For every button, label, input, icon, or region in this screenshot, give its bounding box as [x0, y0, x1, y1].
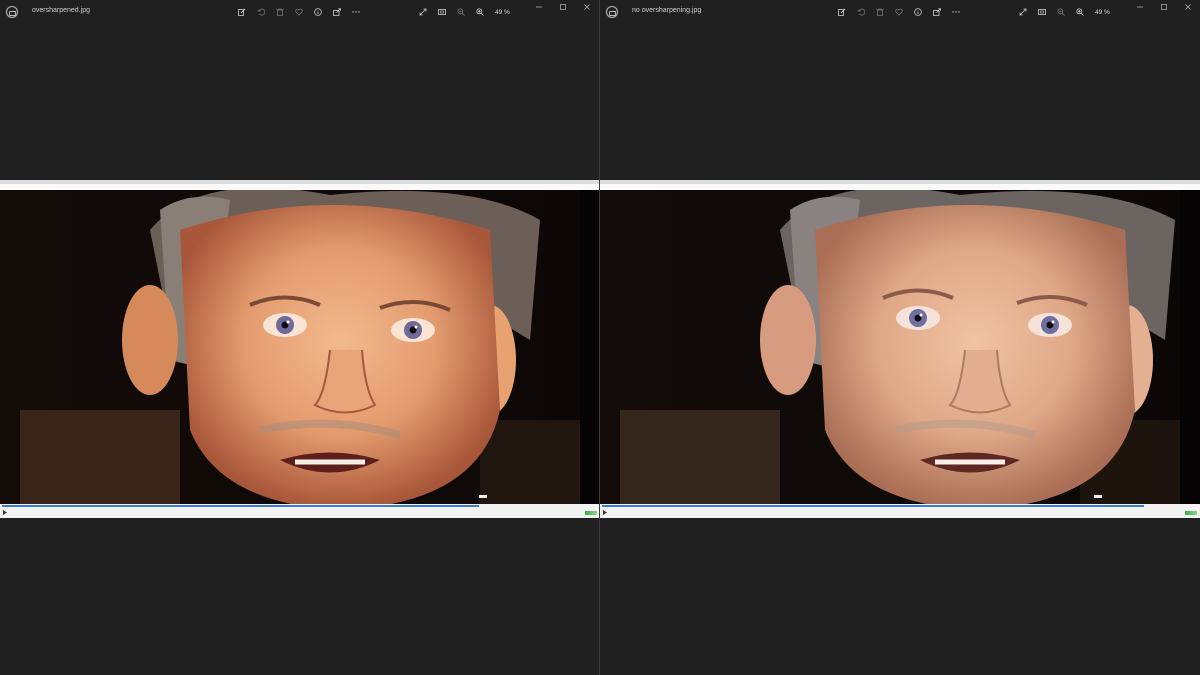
photo-viewer-window-right: no oversharpening.jpg 49 %	[600, 0, 1200, 675]
player-controls	[600, 508, 1200, 518]
minimize-icon[interactable]	[1136, 3, 1144, 11]
photo-viewer-window-left: oversharpened.jpg 49 %	[0, 0, 600, 675]
minimize-icon[interactable]	[535, 3, 543, 11]
fullscreen-icon[interactable]	[1019, 8, 1027, 16]
edit-icon[interactable]	[838, 8, 846, 16]
more-icon[interactable]	[952, 8, 960, 16]
seek-progress	[2, 505, 479, 507]
photo-toolbar	[838, 5, 960, 19]
play-icon[interactable]	[3, 510, 7, 515]
volume-slider[interactable]	[585, 511, 597, 515]
favorite-icon[interactable]	[895, 8, 903, 16]
video-frame	[600, 190, 1200, 504]
photos-app-icon	[6, 6, 18, 18]
window-controls	[1136, 3, 1192, 11]
maximize-icon[interactable]	[559, 3, 567, 11]
fullscreen-icon[interactable]	[419, 8, 427, 16]
seek-progress	[602, 505, 1145, 507]
title-bar: no oversharpening.jpg 49 %	[600, 0, 1200, 24]
share-icon[interactable]	[333, 8, 341, 16]
window-controls	[535, 3, 591, 11]
maximize-icon[interactable]	[1160, 3, 1168, 11]
displayed-image	[600, 180, 1200, 518]
displayed-image	[0, 180, 599, 518]
fit-icon[interactable]	[1038, 8, 1046, 16]
portrait-image	[0, 190, 599, 504]
rotate-icon[interactable]	[257, 8, 265, 16]
photos-app-icon	[606, 6, 618, 18]
player-controls	[0, 508, 599, 518]
delete-icon[interactable]	[276, 8, 284, 16]
photo-toolbar	[238, 5, 360, 19]
filename-label: oversharpened.jpg	[32, 7, 90, 14]
delete-icon[interactable]	[876, 8, 884, 16]
share-icon[interactable]	[933, 8, 941, 16]
title-bar: oversharpened.jpg 49 %	[0, 0, 599, 24]
close-icon[interactable]	[583, 3, 591, 11]
zoom-controls: 49 %	[419, 5, 510, 19]
more-icon[interactable]	[352, 8, 360, 16]
zoom-out-icon[interactable]	[1057, 8, 1065, 16]
favorite-icon[interactable]	[295, 8, 303, 16]
close-icon[interactable]	[1184, 3, 1192, 11]
fit-icon[interactable]	[438, 8, 446, 16]
volume-slider[interactable]	[1185, 511, 1197, 515]
zoom-in-icon[interactable]	[1076, 8, 1084, 16]
rotate-icon[interactable]	[857, 8, 865, 16]
video-frame	[0, 190, 599, 504]
zoom-controls: 49 %	[1019, 5, 1110, 19]
info-icon[interactable]	[314, 8, 322, 16]
zoom-level: 49 %	[495, 8, 510, 16]
zoom-out-icon[interactable]	[457, 8, 465, 16]
play-icon[interactable]	[603, 510, 607, 515]
edit-icon[interactable]	[238, 8, 246, 16]
zoom-level: 49 %	[1095, 8, 1110, 16]
portrait-image	[600, 190, 1200, 504]
info-icon[interactable]	[914, 8, 922, 16]
zoom-in-icon[interactable]	[476, 8, 484, 16]
filename-label: no oversharpening.jpg	[632, 7, 702, 14]
